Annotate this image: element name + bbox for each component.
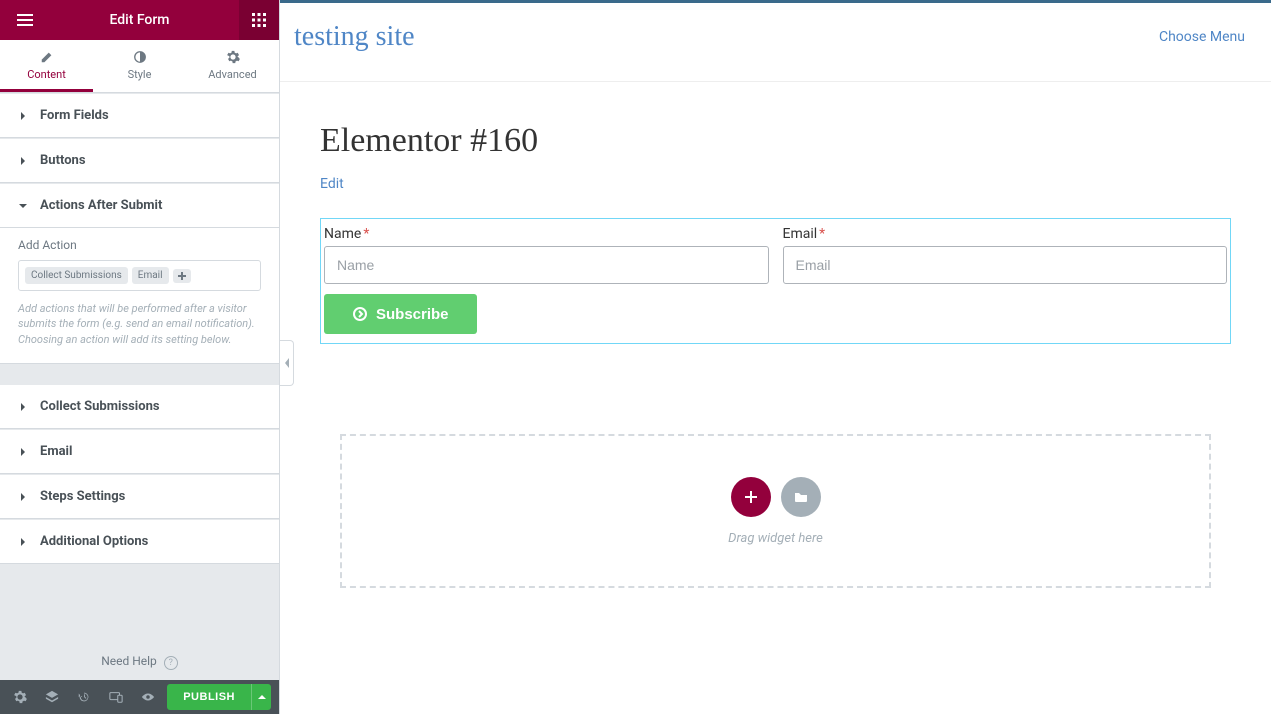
folder-icon <box>793 489 809 505</box>
form-field-email: Email* <box>781 226 1230 284</box>
tab-content[interactable]: Content <box>0 40 93 92</box>
caret-down-icon <box>18 201 28 211</box>
tab-advanced-label: Advanced <box>208 68 256 81</box>
section-steps-settings[interactable]: Steps Settings <box>0 474 279 519</box>
section-actions-after-submit[interactable]: Actions After Submit <box>0 183 279 228</box>
publish-button[interactable]: PUBLISH <box>167 684 251 710</box>
history-button[interactable] <box>68 680 100 714</box>
section-additional-options-label: Additional Options <box>40 534 148 549</box>
caret-up-icon <box>258 693 266 701</box>
required-asterisk: * <box>363 226 369 242</box>
question-icon: ? <box>164 656 178 670</box>
caret-right-icon <box>18 537 28 547</box>
add-action-input[interactable]: Collect Submissions Email <box>18 260 261 291</box>
plus-icon <box>743 489 759 505</box>
contrast-icon <box>133 50 147 64</box>
section-buttons-label: Buttons <box>40 153 86 168</box>
section-steps-settings-label: Steps Settings <box>40 489 125 504</box>
action-tag[interactable]: Email <box>132 267 169 284</box>
page-title: Elementor #160 <box>320 122 1231 160</box>
panel-collapse-handle[interactable] <box>280 340 294 386</box>
section-collect-submissions[interactable]: Collect Submissions <box>0 384 279 429</box>
history-icon <box>77 690 91 704</box>
tab-style[interactable]: Style <box>93 40 186 92</box>
plus-icon <box>178 272 186 280</box>
subscribe-button-label: Subscribe <box>376 306 449 323</box>
preview-canvas: testing site Choose Menu Elementor #160 … <box>280 0 1271 714</box>
edit-link[interactable]: Edit <box>320 176 344 192</box>
panel-tabs: Content Style Advanced <box>0 40 279 93</box>
submit-arrow-icon <box>352 306 368 322</box>
gear-icon <box>226 50 240 64</box>
widgets-grid-button[interactable] <box>239 0 279 40</box>
publish-options-button[interactable] <box>251 684 271 710</box>
eye-icon <box>141 690 155 704</box>
tab-style-label: Style <box>128 68 152 81</box>
layers-icon <box>45 690 59 704</box>
editor-panel: Edit Form Content Style Advanced Form Fi… <box>0 0 280 714</box>
need-help-label: Need Help <box>101 654 157 668</box>
section-email[interactable]: Email <box>0 429 279 474</box>
add-action-label: Add Action <box>18 238 261 252</box>
caret-right-icon <box>18 492 28 502</box>
panel-header: Edit Form <box>0 0 279 40</box>
settings-button[interactable] <box>4 680 36 714</box>
tab-content-label: Content <box>27 68 66 81</box>
hamburger-menu-button[interactable] <box>10 0 40 40</box>
hamburger-icon <box>17 12 33 28</box>
subscribe-button[interactable]: Subscribe <box>324 294 477 334</box>
form-widget[interactable]: Name* Email* Subscribe <box>320 218 1231 344</box>
grid-icon <box>252 13 266 27</box>
pencil-icon <box>40 50 54 64</box>
page-content: Elementor #160 Edit Name* Email* <box>280 82 1271 628</box>
actions-after-submit-body: Add Action Collect Submissions Email Add… <box>0 228 279 364</box>
caret-right-icon <box>18 111 28 121</box>
required-asterisk: * <box>819 226 825 242</box>
section-additional-options[interactable]: Additional Options <box>0 519 279 564</box>
need-help-link[interactable]: Need Help ? <box>0 644 279 680</box>
section-buttons[interactable]: Buttons <box>0 138 279 183</box>
chevron-left-icon <box>283 358 291 368</box>
panel-sections: Form Fields Buttons Actions After Submit… <box>0 93 279 644</box>
add-section-button[interactable] <box>731 477 771 517</box>
add-section-dropzone[interactable]: Drag widget here <box>340 434 1211 588</box>
preview-button[interactable] <box>132 680 164 714</box>
caret-right-icon <box>18 402 28 412</box>
section-collect-submissions-label: Collect Submissions <box>40 399 160 414</box>
gear-icon <box>13 690 27 704</box>
drop-text: Drag widget here <box>728 531 823 546</box>
choose-menu-link[interactable]: Choose Menu <box>1159 29 1245 45</box>
section-actions-after-submit-label: Actions After Submit <box>40 198 162 213</box>
name-label: Name* <box>324 226 769 242</box>
email-label: Email* <box>783 226 1228 242</box>
section-email-label: Email <box>40 444 72 459</box>
action-tag[interactable]: Collect Submissions <box>25 267 128 284</box>
email-input[interactable] <box>783 246 1228 284</box>
add-action-plus-button[interactable] <box>173 269 191 283</box>
name-label-text: Name <box>324 226 361 242</box>
site-title[interactable]: testing site <box>294 21 415 53</box>
caret-right-icon <box>18 447 28 457</box>
section-form-fields-label: Form Fields <box>40 108 109 123</box>
panel-title: Edit Form <box>109 12 169 28</box>
responsive-icon <box>109 690 123 704</box>
panel-footer: PUBLISH <box>0 680 279 714</box>
navigator-button[interactable] <box>36 680 68 714</box>
responsive-button[interactable] <box>100 680 132 714</box>
form-field-name: Name* <box>322 226 771 284</box>
caret-right-icon <box>18 156 28 166</box>
add-template-button[interactable] <box>781 477 821 517</box>
email-label-text: Email <box>783 226 818 242</box>
section-form-fields[interactable]: Form Fields <box>0 93 279 138</box>
name-input[interactable] <box>324 246 769 284</box>
add-action-help: Add actions that will be performed after… <box>18 301 261 347</box>
site-header: testing site Choose Menu <box>280 3 1271 82</box>
tab-advanced[interactable]: Advanced <box>186 40 279 92</box>
